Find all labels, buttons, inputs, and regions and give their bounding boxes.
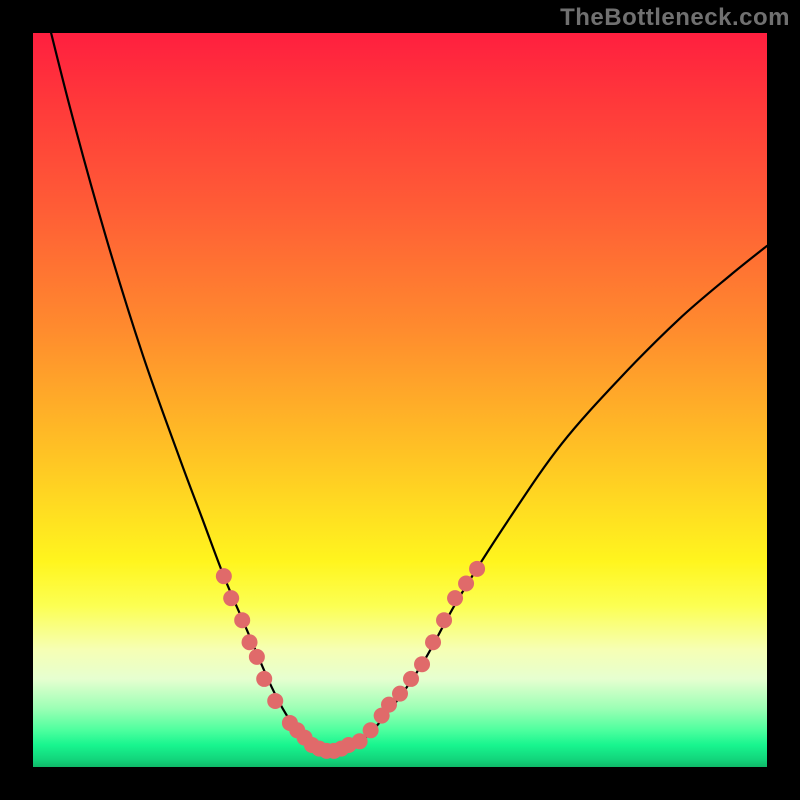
highlight-dot xyxy=(403,671,419,687)
highlight-dot xyxy=(469,561,485,577)
highlight-dot xyxy=(242,634,258,650)
highlight-dots-group xyxy=(216,561,485,759)
highlight-dot xyxy=(249,649,265,665)
chart-frame: TheBottleneck.com xyxy=(0,0,800,800)
watermark-text: TheBottleneck.com xyxy=(560,4,790,32)
highlight-dot xyxy=(458,576,474,592)
highlight-dot xyxy=(223,590,239,606)
highlight-dot xyxy=(392,686,408,702)
highlight-dot xyxy=(436,612,452,628)
plot-area xyxy=(33,33,767,767)
curve-layer xyxy=(33,33,767,767)
highlight-dot xyxy=(425,634,441,650)
highlight-dot xyxy=(267,693,283,709)
highlight-dot xyxy=(363,722,379,738)
bottleneck-curve xyxy=(33,33,767,752)
highlight-dot xyxy=(234,612,250,628)
highlight-dot xyxy=(216,568,232,584)
highlight-dot xyxy=(447,590,463,606)
highlight-dot xyxy=(414,656,430,672)
highlight-dot xyxy=(256,671,272,687)
